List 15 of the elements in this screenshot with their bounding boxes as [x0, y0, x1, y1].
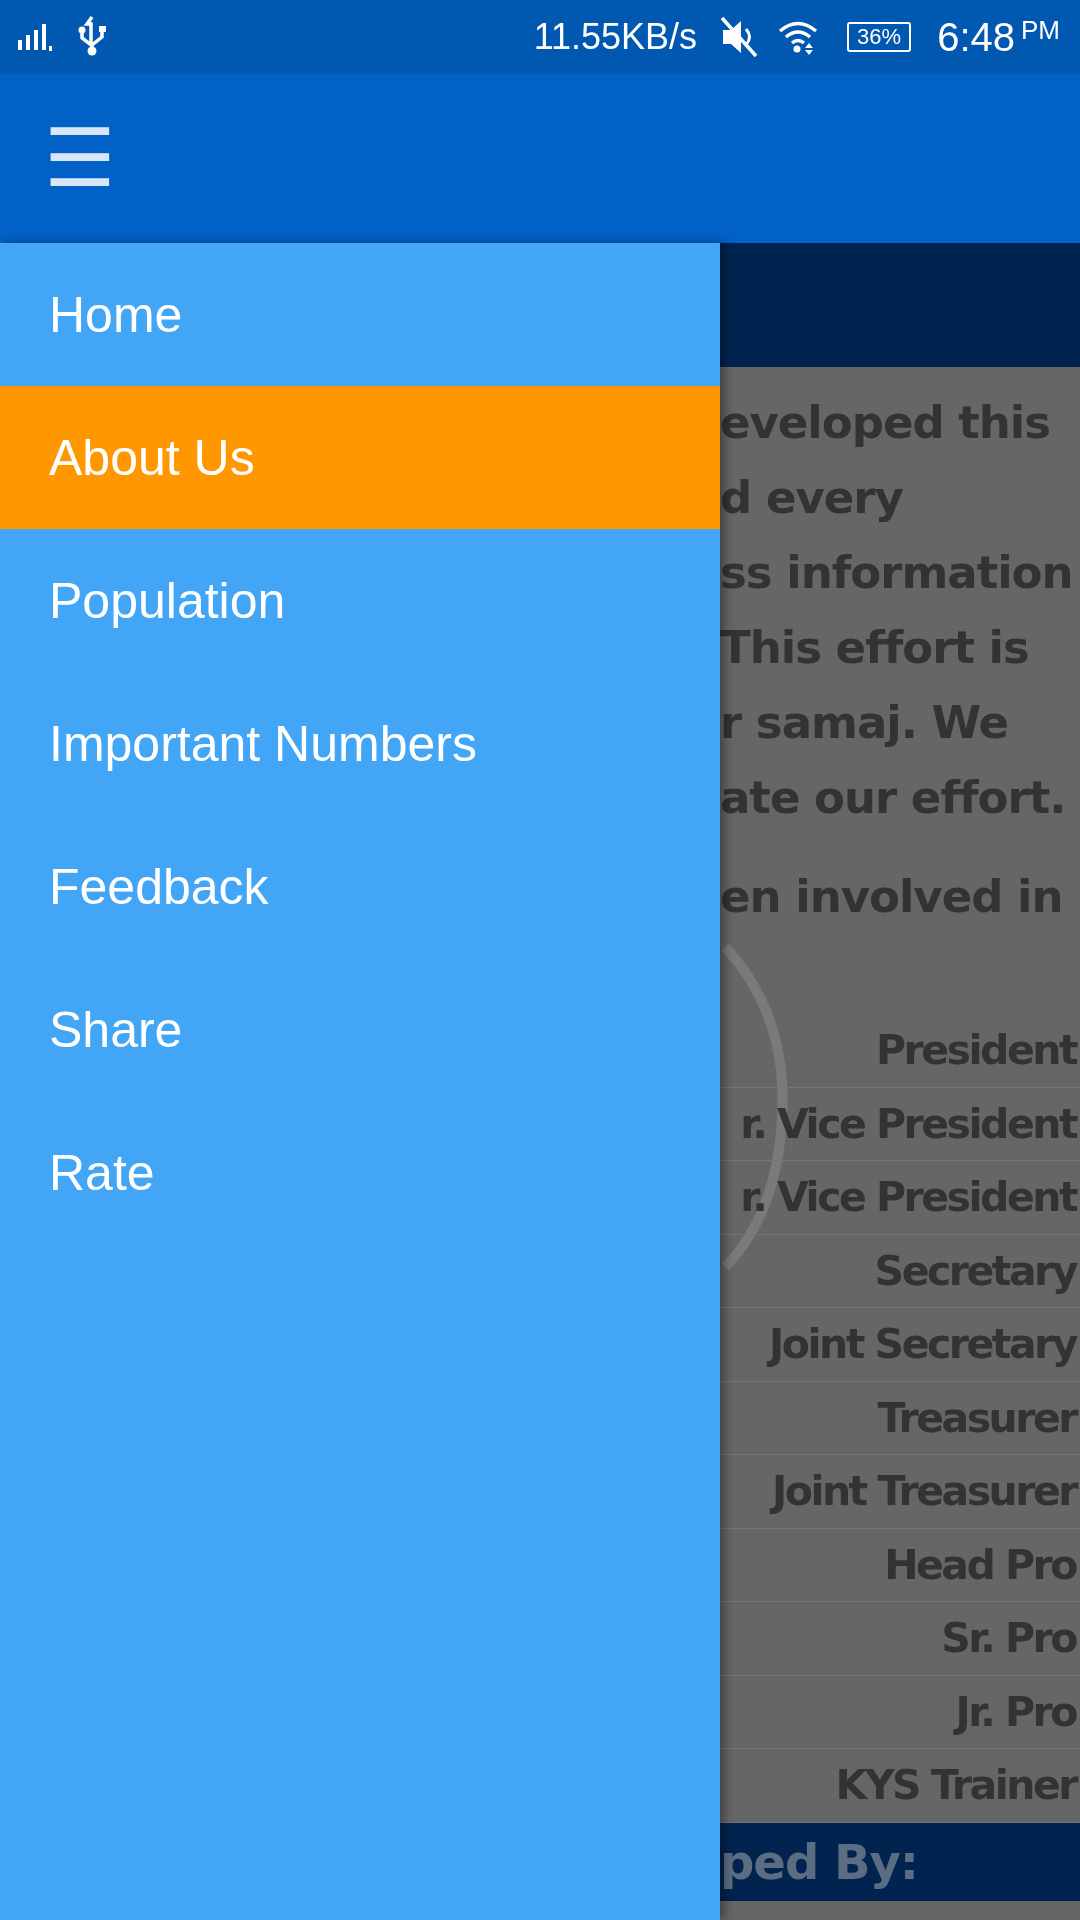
battery-indicator: 36% — [847, 22, 912, 52]
clock-time: 6:48 — [937, 14, 1015, 60]
wifi-icon — [777, 19, 820, 55]
drawer-item[interactable]: Feedback — [0, 815, 720, 958]
drawer-item[interactable]: Population — [0, 529, 720, 672]
drawer-item[interactable]: Important Numbers — [0, 672, 720, 815]
drawer-item[interactable]: Rate — [0, 1101, 720, 1244]
mute-icon — [719, 15, 760, 59]
drawer-item[interactable]: Share — [0, 958, 720, 1101]
drawer-item[interactable]: About Us — [0, 386, 720, 529]
clock-period: PM — [1021, 14, 1060, 46]
network-speed: 11.55KB/s — [533, 16, 698, 58]
footer-heading: ped By: — [720, 1833, 919, 1890]
drawer-item[interactable]: Home — [0, 243, 720, 386]
menu-button[interactable]: ☰ — [44, 118, 116, 199]
